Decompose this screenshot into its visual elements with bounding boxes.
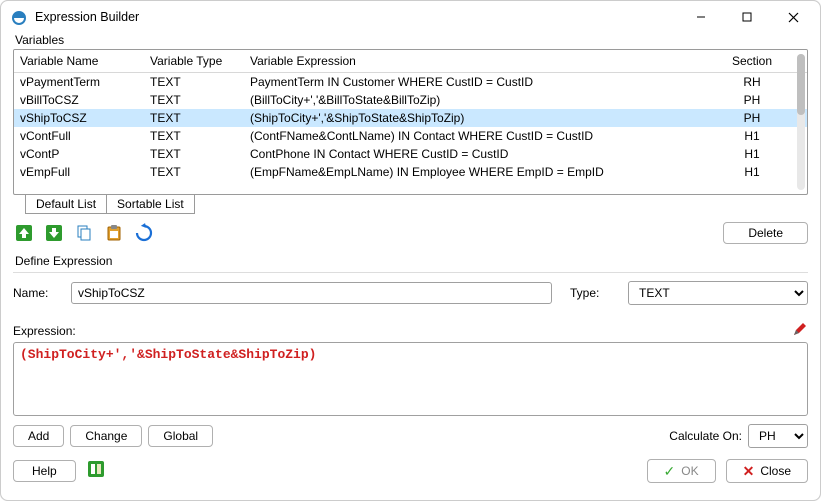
window-title: Expression Builder	[35, 10, 678, 24]
cell-name: vContFull	[14, 127, 144, 145]
cell-type: TEXT	[144, 163, 244, 181]
name-input[interactable]	[71, 282, 552, 304]
table-row[interactable]: vContFullTEXT(ContFName&ContLName) IN Co…	[14, 127, 807, 145]
close-button[interactable]: ✕ Close	[726, 459, 808, 483]
cell-section: PH	[697, 109, 807, 127]
delete-button[interactable]: Delete	[723, 222, 808, 244]
global-button[interactable]: Global	[148, 425, 213, 447]
cell-type: TEXT	[144, 127, 244, 145]
cell-section: RH	[697, 73, 807, 92]
expression-textarea[interactable]: (ShipToCity+','&ShipToState&ShipToZip)	[13, 342, 808, 416]
add-button[interactable]: Add	[13, 425, 64, 447]
name-label: Name:	[13, 286, 63, 300]
variables-table-container: Variable Name Variable Type Variable Exp…	[13, 49, 808, 195]
cell-expression: ContPhone IN Contact WHERE CustID = Cust…	[244, 145, 697, 163]
cell-section: H1	[697, 163, 807, 181]
cell-section: H1	[697, 127, 807, 145]
calculate-on-select[interactable]: PH	[748, 424, 808, 448]
check-icon: ✓	[664, 464, 676, 478]
tab-sortable-list[interactable]: Sortable List	[106, 195, 195, 214]
cell-expression: (ShipToCity+','&ShipToState&ShipToZip)	[244, 109, 697, 127]
change-button[interactable]: Change	[70, 425, 142, 447]
help-button[interactable]: Help	[13, 460, 76, 482]
variables-label: Variables	[15, 33, 808, 47]
table-row[interactable]: vContPTEXTContPhone IN Contact WHERE Cus…	[14, 145, 807, 163]
move-up-icon[interactable]	[13, 222, 35, 244]
move-down-icon[interactable]	[43, 222, 65, 244]
table-row[interactable]: vBillToCSZTEXT(BillToCity+','&BillToStat…	[14, 91, 807, 109]
cell-expression: (EmpFName&EmpLName) IN Employee WHERE Em…	[244, 163, 697, 181]
cell-type: TEXT	[144, 73, 244, 92]
cell-name: vEmpFull	[14, 163, 144, 181]
edit-expression-icon[interactable]	[792, 321, 808, 340]
close-icon: ✕	[743, 464, 755, 478]
cell-name: vContP	[14, 145, 144, 163]
cell-type: TEXT	[144, 91, 244, 109]
cell-expression: (ContFName&ContLName) IN Contact WHERE C…	[244, 127, 697, 145]
cell-section: PH	[697, 91, 807, 109]
book-icon[interactable]	[86, 458, 108, 483]
table-row[interactable]: vEmpFullTEXT(EmpFName&EmpLName) IN Emplo…	[14, 163, 807, 181]
table-row[interactable]: vPaymentTermTEXTPaymentTerm IN Customer …	[14, 73, 807, 92]
maximize-button[interactable]	[724, 2, 770, 32]
col-variable-expression[interactable]: Variable Expression	[244, 50, 697, 73]
refresh-icon[interactable]	[133, 222, 155, 244]
app-icon	[11, 9, 27, 25]
ok-button[interactable]: ✓ OK	[647, 459, 716, 483]
expression-label: Expression:	[13, 324, 76, 338]
close-window-button[interactable]	[770, 2, 816, 32]
cell-name: vPaymentTerm	[14, 73, 144, 92]
cell-expression: (BillToCity+','&BillToState&BillToZip)	[244, 91, 697, 109]
type-select[interactable]: TEXT	[628, 281, 808, 305]
variables-table[interactable]: Variable Name Variable Type Variable Exp…	[14, 50, 807, 181]
col-variable-name[interactable]: Variable Name	[14, 50, 144, 73]
copy-icon[interactable]	[73, 222, 95, 244]
cell-type: TEXT	[144, 109, 244, 127]
col-section[interactable]: Section	[697, 50, 807, 73]
col-variable-type[interactable]: Variable Type	[144, 50, 244, 73]
minimize-button[interactable]	[678, 2, 724, 32]
cell-section: H1	[697, 145, 807, 163]
variables-scrollbar[interactable]	[797, 54, 805, 190]
type-label: Type:	[570, 286, 620, 300]
cell-type: TEXT	[144, 145, 244, 163]
cell-name: vBillToCSZ	[14, 91, 144, 109]
cell-expression: PaymentTerm IN Customer WHERE CustID = C…	[244, 73, 697, 92]
define-expression-label: Define Expression	[15, 254, 808, 268]
paste-icon[interactable]	[103, 222, 125, 244]
table-row[interactable]: vShipToCSZTEXT(ShipToCity+','&ShipToStat…	[14, 109, 807, 127]
calculate-on-label: Calculate On:	[669, 429, 742, 443]
cell-name: vShipToCSZ	[14, 109, 144, 127]
scrollbar-thumb[interactable]	[797, 54, 805, 115]
tab-default-list[interactable]: Default List	[25, 195, 107, 214]
